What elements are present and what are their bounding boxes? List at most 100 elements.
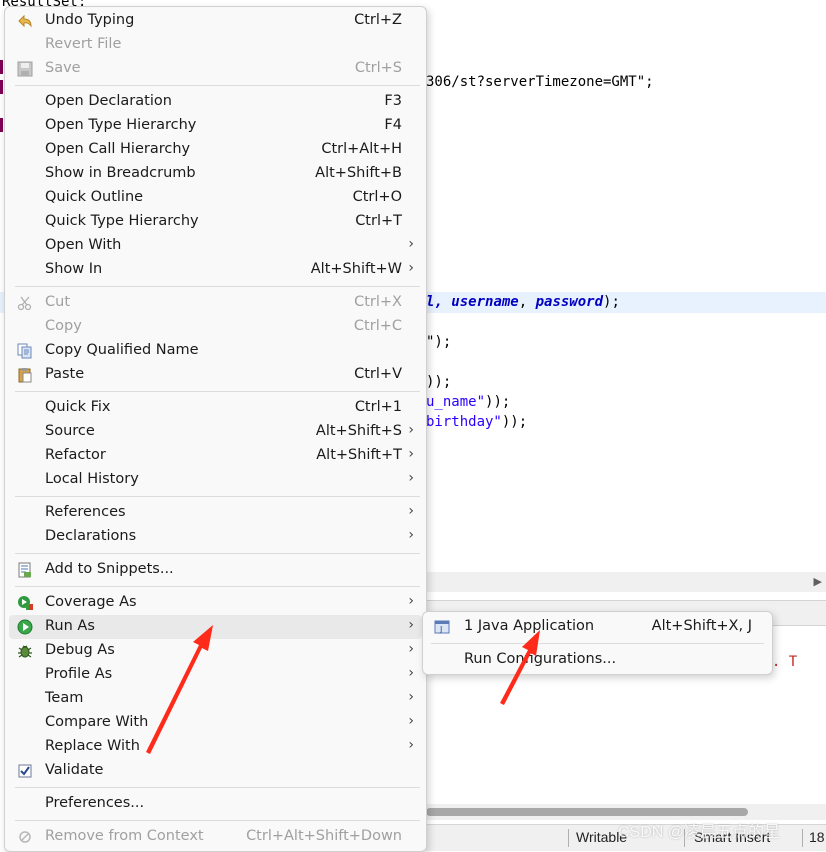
scroll-right-icon[interactable]: ▶	[814, 575, 822, 588]
chevron-right-icon: ›	[408, 713, 414, 729]
shortcut-label: Ctrl+Z	[354, 12, 402, 28]
menu-item-quick-fix[interactable]: Quick Fix Ctrl+1	[9, 396, 422, 420]
code-token: l,	[426, 294, 452, 310]
menu-item-open-declaration[interactable]: Open Declaration F3	[9, 90, 422, 114]
menu-item-label: Copy Qualified Name	[45, 342, 199, 358]
menu-item-label: Cut	[45, 294, 70, 310]
menu-item-quick-type-hierarchy[interactable]: Quick Type Hierarchy Ctrl+T	[9, 210, 422, 234]
editor-horizontal-scrollbar[interactable]: ▶	[426, 572, 826, 592]
shortcut-label: F3	[384, 93, 402, 109]
menu-item-show-in[interactable]: Show In Alt+Shift+W ›	[9, 258, 422, 282]
menu-item-label: Remove from Context	[45, 828, 204, 844]
menu-item-coverage-as[interactable]: Coverage As ›	[9, 591, 422, 615]
menu-item-validate[interactable]: Validate	[9, 759, 422, 783]
menu-item-debug-as[interactable]: Debug As ›	[9, 639, 422, 663]
menu-item-label: Open Declaration	[45, 93, 172, 109]
menu-separator	[15, 787, 420, 788]
chevron-right-icon: ›	[408, 260, 414, 276]
menu-item-revert-file[interactable]: Revert File	[9, 33, 422, 57]
watermark: CSDN @凌晨五点的星	[618, 824, 781, 841]
java-app-icon: J	[433, 618, 451, 640]
chevron-right-icon: ›	[408, 665, 414, 681]
status-cursor-position: 18	[809, 829, 825, 845]
shortcut-label: Alt+Shift+B	[315, 165, 402, 181]
svg-text:J: J	[439, 625, 442, 634]
menu-item-refactor[interactable]: Refactor Alt+Shift+T ›	[9, 444, 422, 468]
menu-item-open-call-hierarchy[interactable]: Open Call Hierarchy Ctrl+Alt+H	[9, 138, 422, 162]
menu-separator	[15, 496, 420, 497]
check-icon	[16, 762, 34, 780]
menu-item-label: Local History	[45, 471, 139, 487]
menu-item-cut[interactable]: Cut Ctrl+X	[9, 291, 422, 315]
remove-context-icon	[16, 828, 34, 846]
shortcut-label: Ctrl+Alt+H	[321, 141, 402, 157]
menu-item-preferences[interactable]: Preferences...	[9, 792, 422, 816]
menu-item-quick-outline[interactable]: Quick Outline Ctrl+O	[9, 186, 422, 210]
menu-item-label: Quick Outline	[45, 189, 144, 205]
scrollbar-thumb[interactable]	[426, 808, 748, 816]
shortcut-label: Ctrl+Alt+Shift+Down	[246, 828, 402, 844]
menu-item-label: Show In	[45, 261, 103, 277]
chevron-right-icon: ›	[408, 527, 414, 543]
code-line: u_name"));	[426, 394, 510, 410]
debug-icon	[16, 642, 34, 660]
shortcut-label: F4	[384, 117, 402, 133]
menu-item-compare-with[interactable]: Compare With ›	[9, 711, 422, 735]
gutter-marker	[0, 60, 3, 74]
gutter-marker	[0, 80, 3, 94]
menu-item-label: Quick Type Hierarchy	[45, 213, 199, 229]
menu-separator	[431, 643, 764, 644]
menu-item-label: Team	[45, 690, 84, 706]
menu-item-label: Paste	[45, 366, 85, 382]
chevron-right-icon: ›	[408, 236, 414, 252]
menu-item-local-history[interactable]: Local History ›	[9, 468, 422, 492]
save-icon	[16, 60, 34, 78]
chevron-right-icon: ›	[408, 641, 414, 657]
menu-item-copy[interactable]: Copy Ctrl+C	[9, 315, 422, 339]
menu-item-undo-typing[interactable]: Undo Typing Ctrl+Z	[9, 9, 422, 33]
menu-item-open-type-hierarchy[interactable]: Open Type Hierarchy F4	[9, 114, 422, 138]
menu-item-label: Source	[45, 423, 95, 439]
shortcut-label: Alt+Shift+T	[316, 447, 402, 463]
chevron-right-icon: ›	[408, 422, 414, 438]
code-line: birthday"));	[426, 414, 527, 430]
menu-item-label: Open Type Hierarchy	[45, 117, 197, 133]
menu-item-add-to-snippets[interactable]: Add to Snippets...	[9, 558, 422, 582]
coverage-icon	[16, 594, 34, 612]
menu-item-replace-with[interactable]: Replace With ›	[9, 735, 422, 759]
submenu-item-java-application[interactable]: J 1 Java Application Alt+Shift+X, J	[427, 615, 768, 639]
menu-item-label: Revert File	[45, 36, 122, 52]
menu-item-declarations[interactable]: Declarations ›	[9, 525, 422, 549]
menu-item-run-as[interactable]: Run As ›	[9, 615, 422, 639]
shortcut-label: Ctrl+O	[352, 189, 402, 205]
menu-item-label: Coverage As	[45, 594, 137, 610]
menu-item-open-with[interactable]: Open With ›	[9, 234, 422, 258]
menu-item-profile-as[interactable]: Profile As ›	[9, 663, 422, 687]
chevron-right-icon: ›	[408, 446, 414, 462]
menu-item-remove-from-context[interactable]: Remove from Context Ctrl+Alt+Shift+Down	[9, 825, 422, 849]
menu-item-label: Debug As	[45, 642, 115, 658]
chevron-right-icon: ›	[408, 503, 414, 519]
shortcut-label: Ctrl+1	[354, 399, 402, 415]
menu-item-label: Run As	[45, 618, 95, 634]
code-token: ,	[518, 294, 536, 310]
submenu-item-run-configurations[interactable]: Run Configurations...	[427, 648, 768, 672]
shortcut-label: Alt+Shift+X, J	[651, 618, 752, 634]
menu-item-source[interactable]: Source Alt+Shift+S ›	[9, 420, 422, 444]
menu-item-copy-qualified-name[interactable]: Copy Qualified Name	[9, 339, 422, 363]
menu-separator	[15, 286, 420, 287]
shortcut-label: Ctrl+X	[354, 294, 402, 310]
menu-item-label: Add to Snippets...	[45, 561, 174, 577]
menu-item-label: Copy	[45, 318, 82, 334]
menu-item-team[interactable]: Team ›	[9, 687, 422, 711]
menu-separator	[15, 553, 420, 554]
shortcut-label: Ctrl+S	[354, 60, 402, 76]
menu-item-paste[interactable]: Paste Ctrl+V	[9, 363, 422, 387]
menu-item-references[interactable]: References ›	[9, 501, 422, 525]
menu-item-save[interactable]: Save Ctrl+S	[9, 57, 422, 81]
code-token-password: password	[535, 294, 604, 310]
menu-item-show-in-breadcrumb[interactable]: Show in Breadcrumb Alt+Shift+B	[9, 162, 422, 186]
undo-icon	[16, 12, 34, 30]
menu-item-label: References	[45, 504, 126, 520]
shortcut-label: Ctrl+V	[354, 366, 402, 382]
